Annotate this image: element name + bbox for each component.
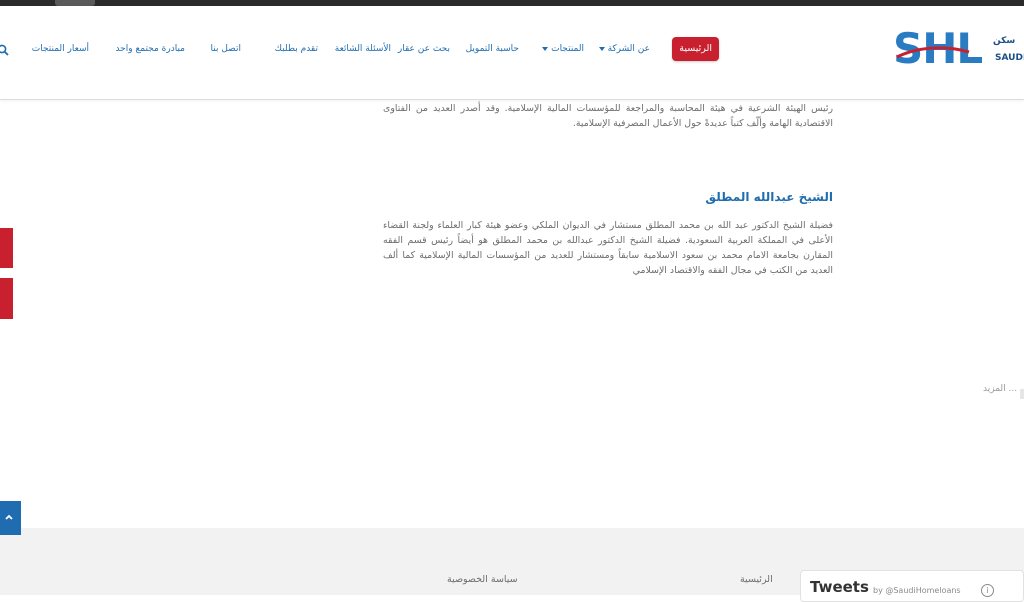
chevron-down-icon <box>542 46 549 51</box>
bio-paragraph: فضيلة الشيخ الدكتور عبد الله بن محمد الم… <box>383 220 833 276</box>
logo-swoosh <box>896 46 970 59</box>
nav-product-prices[interactable]: أسعار المنتجات <box>32 37 89 61</box>
nav-apply[interactable]: تقدم بطلبك <box>275 37 318 61</box>
side-floating-tab[interactable] <box>0 228 13 268</box>
side-floating-tab[interactable] <box>0 278 13 319</box>
footer-link-privacy[interactable]: سياسة الخصوصية <box>447 574 518 585</box>
nav-about[interactable]: عن الشركة <box>596 37 650 61</box>
nav-products-label: المنتجات <box>551 44 584 54</box>
nav-property-search[interactable]: بحث عن عقار <box>398 37 450 61</box>
logo-arabic: سكن <box>993 36 1016 46</box>
info-icon[interactable]: i <box>981 584 994 597</box>
scroll-to-top-button[interactable] <box>0 501 21 535</box>
nav-finance-calculator[interactable]: حاسبة التمويل <box>466 37 519 61</box>
nav-faq[interactable]: الأسئلة الشائعة <box>335 37 391 61</box>
chevron-up-icon <box>5 514 13 520</box>
logo-english: SAUDI <box>995 53 1024 63</box>
nav-about-label: عن الشركة <box>607 44 650 54</box>
bio-paragraph: رئيس الهيئة الشرعية في هيئة المحاسبة وال… <box>383 103 833 129</box>
site-header: الرئيسية عن الشركة المنتجات حاسبة التموي… <box>0 6 1024 100</box>
tweets-title: Tweets <box>810 578 869 596</box>
main-nav: الرئيسية عن الشركة المنتجات حاسبة التموي… <box>0 37 760 61</box>
nav-contact[interactable]: اتصل بنا <box>211 37 241 61</box>
tweets-account-link[interactable]: by @SaudiHomeloans <box>873 586 961 595</box>
board-member-bio: فضيلة الشيخ الدكتور عبد الله بن محمد الم… <box>383 218 833 278</box>
footer-link-home[interactable]: الرئيسية <box>740 574 773 585</box>
board-member-bio: رئيس الهيئة الشرعية في هيئة المحاسبة وال… <box>383 101 833 131</box>
scrollbar[interactable] <box>1020 389 1024 399</box>
nav-one-community[interactable]: مبادرة مجتمع واحد <box>115 37 185 61</box>
shl-logo[interactable]: SHL سكن SAUDI <box>893 25 1024 77</box>
member-name-heading: الشيخ عبدالله المطلق <box>705 190 833 204</box>
nav-home[interactable]: الرئيسية <box>672 37 719 61</box>
nav-products[interactable]: المنتجات <box>539 37 584 61</box>
chevron-down-icon <box>598 46 605 51</box>
read-more-link[interactable]: ... المزيد <box>983 384 1017 394</box>
